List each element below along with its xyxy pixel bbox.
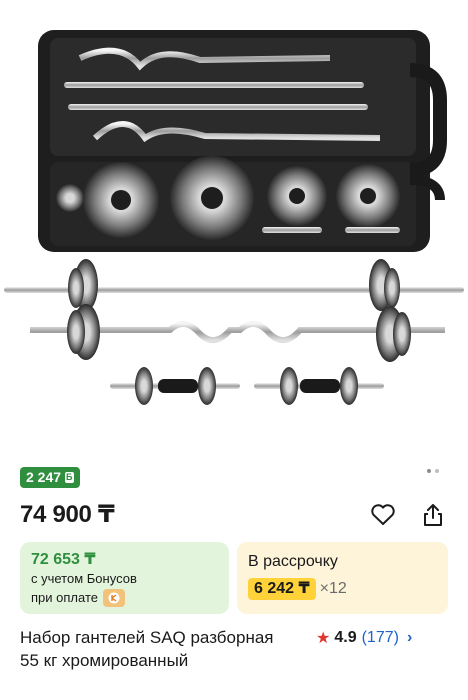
price: 74 900 ₸ (20, 501, 115, 528)
bonus-price-card[interactable]: 72 653 ₸ с учетом Бонусов при оплате (20, 542, 229, 614)
favorite-button[interactable] (368, 500, 398, 530)
product-title: Набор гантелей SAQ разборная 55 кг хроми… (20, 628, 274, 670)
bonus-note: с учетом Бонусов (31, 571, 137, 586)
bonus-badge: 2 247 Б (20, 467, 80, 488)
star-icon: ★ (316, 630, 331, 647)
installment-amount: 6 242 ₸ (248, 578, 316, 600)
rating[interactable]: ★ 4.9 (177) › (316, 628, 412, 648)
installment-card[interactable]: В рассрочку 6 242 ₸ ×12 (237, 542, 448, 614)
chevron-right-icon[interactable]: › (407, 629, 412, 647)
kaspi-logo-icon (102, 589, 125, 607)
gallery-dot[interactable] (435, 469, 439, 473)
heart-icon (371, 504, 395, 525)
share-icon (424, 504, 442, 526)
review-count-link[interactable]: (177) (362, 629, 399, 647)
installment-multiplier: ×12 (319, 580, 347, 597)
bonus-price: 72 653 ₸ (31, 551, 96, 568)
rating-score: 4.9 (334, 629, 357, 646)
bonus-badge-value: 2 247 (26, 469, 62, 485)
bonus-currency-icon: Б (65, 472, 74, 483)
installment-title: В рассрочку (248, 553, 338, 570)
gallery-pagination (427, 469, 439, 473)
gallery-dot-active[interactable] (427, 469, 431, 473)
share-button[interactable] (418, 500, 448, 530)
payment-note: при оплате (31, 590, 98, 605)
product-image[interactable] (0, 0, 468, 440)
